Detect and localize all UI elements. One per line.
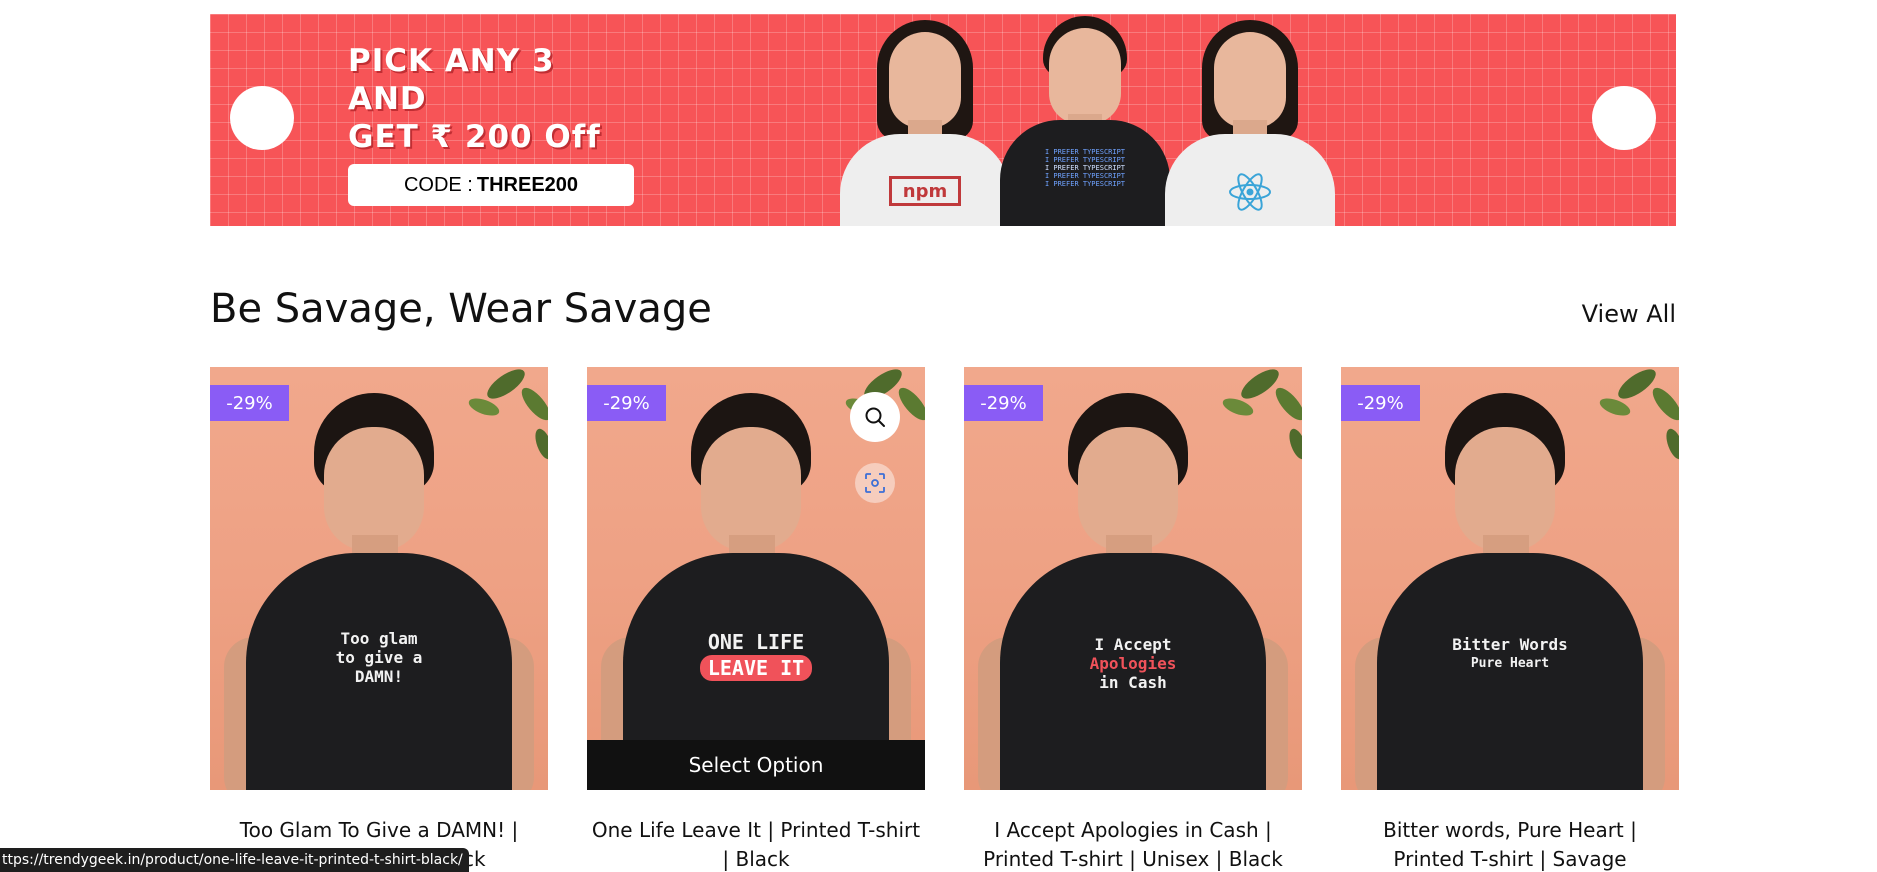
promo-line-3: GET ₹ 200 Off bbox=[348, 119, 601, 155]
slider-next-dot[interactable] bbox=[1592, 86, 1656, 150]
product-title[interactable]: I Accept Apologies in Cash | Printed T-s… bbox=[964, 816, 1302, 872]
product-image[interactable]: I Accept Apologies in Cash -29% bbox=[964, 367, 1302, 790]
typescript-print: I PREFER TYPESCRIPT I PREFER TYPESCRIPT I … bbox=[1044, 148, 1126, 188]
slider-prev-dot[interactable] bbox=[230, 86, 294, 150]
product-title[interactable]: One Life Leave It | Printed T-shirt | Bl… bbox=[587, 816, 925, 872]
promo-line-1: PICK ANY 3 bbox=[348, 43, 555, 79]
view-all-link[interactable]: View All bbox=[1582, 300, 1676, 328]
promo-code-label: CODE : bbox=[403, 173, 473, 196]
discount-badge: -29% bbox=[587, 385, 666, 421]
promo-code-value: THREE200 bbox=[476, 173, 579, 196]
scan-icon bbox=[865, 473, 885, 493]
discount-badge: -29% bbox=[210, 385, 289, 421]
banner-model-npm: npm bbox=[840, 14, 1010, 226]
react-icon bbox=[1225, 172, 1275, 212]
product-image[interactable]: ONE LIFE LEAVE IT -29% Select Option bbox=[587, 367, 925, 790]
product-image[interactable]: Bitter Words Pure Heart -29% bbox=[1341, 367, 1679, 790]
leaves-decoration bbox=[1599, 369, 1679, 460]
quick-view-button[interactable] bbox=[850, 392, 900, 442]
banner-model-react bbox=[1165, 14, 1335, 226]
discount-badge: -29% bbox=[964, 385, 1043, 421]
status-bar-url: ttps://trendygeek.in/product/one-life-le… bbox=[0, 848, 469, 872]
banner-model-typescript: I PREFER TYPESCRIPT I PREFER TYPESCRIPT I … bbox=[1000, 14, 1170, 226]
product-card[interactable]: Bitter Words Pure Heart -29% Bitter word… bbox=[1341, 367, 1679, 872]
promo-code-box: CODE : THREE200 bbox=[348, 164, 634, 206]
discount-badge: -29% bbox=[1341, 385, 1420, 421]
promo-banner[interactable]: PICK ANY 3 AND GET ₹ 200 Off CODE : THRE… bbox=[210, 14, 1676, 226]
tshirt-print: I Accept Apologies in Cash bbox=[1089, 635, 1177, 692]
product-card[interactable]: ONE LIFE LEAVE IT -29% Select Option One… bbox=[587, 367, 925, 872]
section-title: Be Savage, Wear Savage bbox=[210, 286, 712, 332]
visual-search-button[interactable] bbox=[855, 463, 895, 503]
promo-line-2: AND bbox=[348, 81, 427, 117]
tshirt-print: ONE LIFE LEAVE IT bbox=[671, 629, 841, 681]
product-title[interactable]: Bitter words, Pure Heart | Printed T-shi… bbox=[1341, 816, 1679, 872]
promo-headline: PICK ANY 3 AND GET ₹ 200 Off bbox=[348, 42, 601, 156]
tshirt-print: Bitter Words Pure Heart bbox=[1452, 635, 1568, 671]
leaves-decoration bbox=[468, 369, 548, 460]
tshirt-print: Too glam to give a DAMN! bbox=[335, 629, 423, 686]
leaves-decoration bbox=[1222, 369, 1302, 460]
npm-print: npm bbox=[889, 176, 961, 206]
search-icon bbox=[865, 407, 885, 427]
product-card[interactable]: I Accept Apologies in Cash -29% I Accept… bbox=[964, 367, 1302, 872]
product-image[interactable]: Too glam to give a DAMN! -29% bbox=[210, 367, 548, 790]
product-card[interactable]: Too glam to give a DAMN! -29% Too Glam T… bbox=[210, 367, 548, 872]
select-option-button[interactable]: Select Option bbox=[587, 740, 925, 790]
